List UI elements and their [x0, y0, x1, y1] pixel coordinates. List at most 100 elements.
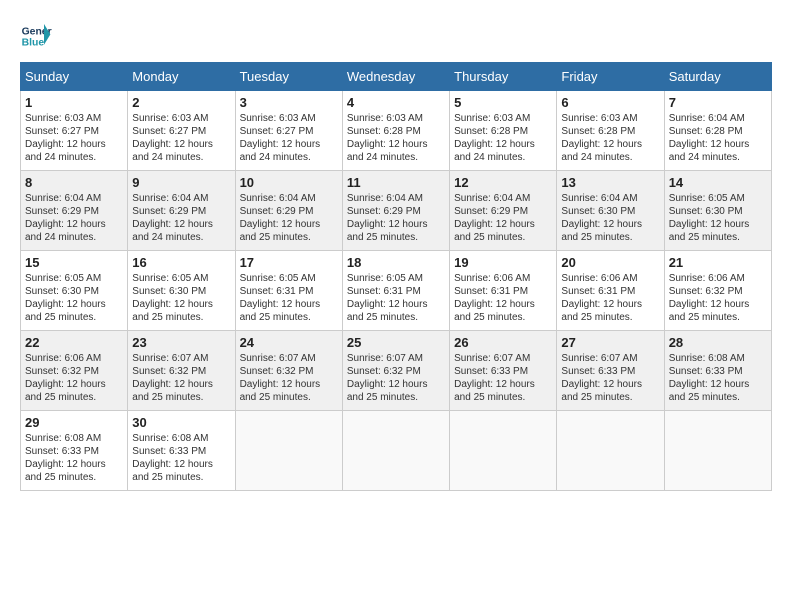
- daylight-label: Daylight: 12 hours and 24 minutes.: [25, 219, 106, 243]
- calendar-cell: [450, 411, 557, 491]
- day-number: 2: [132, 95, 230, 110]
- calendar-cell: 30 Sunrise: 6:08 AM Sunset: 6:33 PM Dayl…: [128, 411, 235, 491]
- sunrise-label: Sunrise: 6:03 AM: [454, 113, 530, 124]
- sunrise-label: Sunrise: 6:08 AM: [132, 433, 208, 444]
- daylight-label: Daylight: 12 hours and 25 minutes.: [454, 299, 535, 323]
- calendar-cell: 28 Sunrise: 6:08 AM Sunset: 6:33 PM Dayl…: [664, 331, 771, 411]
- svg-text:Blue: Blue: [22, 38, 45, 49]
- day-info: Sunrise: 6:04 AM Sunset: 6:28 PM Dayligh…: [669, 112, 767, 164]
- day-number: 19: [454, 255, 552, 270]
- day-info: Sunrise: 6:05 AM Sunset: 6:30 PM Dayligh…: [669, 192, 767, 244]
- calendar-cell: 14 Sunrise: 6:05 AM Sunset: 6:30 PM Dayl…: [664, 171, 771, 251]
- day-number: 23: [132, 335, 230, 350]
- day-info: Sunrise: 6:08 AM Sunset: 6:33 PM Dayligh…: [25, 432, 123, 484]
- weekday-header-friday: Friday: [557, 63, 664, 91]
- sunrise-label: Sunrise: 6:04 AM: [132, 193, 208, 204]
- sunset-label: Sunset: 6:33 PM: [561, 366, 635, 377]
- sunset-label: Sunset: 6:33 PM: [132, 446, 206, 457]
- calendar-week-2: 8 Sunrise: 6:04 AM Sunset: 6:29 PM Dayli…: [21, 171, 772, 251]
- calendar-cell: 9 Sunrise: 6:04 AM Sunset: 6:29 PM Dayli…: [128, 171, 235, 251]
- daylight-label: Daylight: 12 hours and 25 minutes.: [132, 379, 213, 403]
- daylight-label: Daylight: 12 hours and 25 minutes.: [240, 299, 321, 323]
- day-number: 11: [347, 175, 445, 190]
- sunrise-label: Sunrise: 6:05 AM: [25, 273, 101, 284]
- calendar-cell: 25 Sunrise: 6:07 AM Sunset: 6:32 PM Dayl…: [342, 331, 449, 411]
- sunrise-label: Sunrise: 6:07 AM: [454, 353, 530, 364]
- day-info: Sunrise: 6:07 AM Sunset: 6:32 PM Dayligh…: [132, 352, 230, 404]
- sunrise-label: Sunrise: 6:06 AM: [669, 273, 745, 284]
- calendar-week-5: 29 Sunrise: 6:08 AM Sunset: 6:33 PM Dayl…: [21, 411, 772, 491]
- day-number: 17: [240, 255, 338, 270]
- daylight-label: Daylight: 12 hours and 25 minutes.: [347, 379, 428, 403]
- calendar-cell: 29 Sunrise: 6:08 AM Sunset: 6:33 PM Dayl…: [21, 411, 128, 491]
- sunset-label: Sunset: 6:31 PM: [347, 286, 421, 297]
- sunset-label: Sunset: 6:28 PM: [454, 126, 528, 137]
- daylight-label: Daylight: 12 hours and 25 minutes.: [240, 379, 321, 403]
- day-number: 3: [240, 95, 338, 110]
- calendar-cell: 10 Sunrise: 6:04 AM Sunset: 6:29 PM Dayl…: [235, 171, 342, 251]
- calendar-cell: 1 Sunrise: 6:03 AM Sunset: 6:27 PM Dayli…: [21, 91, 128, 171]
- sunset-label: Sunset: 6:28 PM: [347, 126, 421, 137]
- sunrise-label: Sunrise: 6:08 AM: [25, 433, 101, 444]
- day-number: 12: [454, 175, 552, 190]
- daylight-label: Daylight: 12 hours and 25 minutes.: [561, 219, 642, 243]
- day-number: 29: [25, 415, 123, 430]
- weekday-header-thursday: Thursday: [450, 63, 557, 91]
- daylight-label: Daylight: 12 hours and 25 minutes.: [25, 299, 106, 323]
- sunset-label: Sunset: 6:32 PM: [240, 366, 314, 377]
- sunrise-label: Sunrise: 6:03 AM: [132, 113, 208, 124]
- day-number: 26: [454, 335, 552, 350]
- day-number: 22: [25, 335, 123, 350]
- sunrise-label: Sunrise: 6:06 AM: [25, 353, 101, 364]
- day-info: Sunrise: 6:06 AM Sunset: 6:32 PM Dayligh…: [25, 352, 123, 404]
- weekday-header-monday: Monday: [128, 63, 235, 91]
- calendar-cell: 17 Sunrise: 6:05 AM Sunset: 6:31 PM Dayl…: [235, 251, 342, 331]
- sunrise-label: Sunrise: 6:03 AM: [25, 113, 101, 124]
- sunset-label: Sunset: 6:32 PM: [347, 366, 421, 377]
- day-number: 10: [240, 175, 338, 190]
- day-number: 8: [25, 175, 123, 190]
- sunset-label: Sunset: 6:33 PM: [25, 446, 99, 457]
- sunrise-label: Sunrise: 6:04 AM: [25, 193, 101, 204]
- sunset-label: Sunset: 6:28 PM: [669, 126, 743, 137]
- day-info: Sunrise: 6:05 AM Sunset: 6:31 PM Dayligh…: [347, 272, 445, 324]
- sunset-label: Sunset: 6:29 PM: [132, 206, 206, 217]
- daylight-label: Daylight: 12 hours and 25 minutes.: [347, 219, 428, 243]
- day-number: 30: [132, 415, 230, 430]
- calendar-cell: 3 Sunrise: 6:03 AM Sunset: 6:27 PM Dayli…: [235, 91, 342, 171]
- sunrise-label: Sunrise: 6:06 AM: [561, 273, 637, 284]
- day-info: Sunrise: 6:08 AM Sunset: 6:33 PM Dayligh…: [132, 432, 230, 484]
- sunset-label: Sunset: 6:31 PM: [240, 286, 314, 297]
- sunrise-label: Sunrise: 6:03 AM: [561, 113, 637, 124]
- day-info: Sunrise: 6:04 AM Sunset: 6:30 PM Dayligh…: [561, 192, 659, 244]
- day-number: 24: [240, 335, 338, 350]
- day-number: 7: [669, 95, 767, 110]
- calendar-cell: [664, 411, 771, 491]
- sunrise-label: Sunrise: 6:08 AM: [669, 353, 745, 364]
- sunrise-label: Sunrise: 6:05 AM: [347, 273, 423, 284]
- day-info: Sunrise: 6:06 AM Sunset: 6:31 PM Dayligh…: [454, 272, 552, 324]
- daylight-label: Daylight: 12 hours and 25 minutes.: [240, 219, 321, 243]
- day-number: 4: [347, 95, 445, 110]
- sunset-label: Sunset: 6:30 PM: [669, 206, 743, 217]
- daylight-label: Daylight: 12 hours and 24 minutes.: [132, 139, 213, 163]
- day-number: 5: [454, 95, 552, 110]
- calendar-cell: 22 Sunrise: 6:06 AM Sunset: 6:32 PM Dayl…: [21, 331, 128, 411]
- day-number: 15: [25, 255, 123, 270]
- sunset-label: Sunset: 6:30 PM: [25, 286, 99, 297]
- calendar-week-1: 1 Sunrise: 6:03 AM Sunset: 6:27 PM Dayli…: [21, 91, 772, 171]
- sunrise-label: Sunrise: 6:03 AM: [240, 113, 316, 124]
- daylight-label: Daylight: 12 hours and 25 minutes.: [669, 379, 750, 403]
- day-number: 28: [669, 335, 767, 350]
- day-info: Sunrise: 6:05 AM Sunset: 6:30 PM Dayligh…: [25, 272, 123, 324]
- calendar-week-4: 22 Sunrise: 6:06 AM Sunset: 6:32 PM Dayl…: [21, 331, 772, 411]
- sunset-label: Sunset: 6:29 PM: [25, 206, 99, 217]
- weekday-header-wednesday: Wednesday: [342, 63, 449, 91]
- day-info: Sunrise: 6:07 AM Sunset: 6:32 PM Dayligh…: [347, 352, 445, 404]
- daylight-label: Daylight: 12 hours and 25 minutes.: [25, 379, 106, 403]
- sunrise-label: Sunrise: 6:07 AM: [240, 353, 316, 364]
- day-number: 16: [132, 255, 230, 270]
- sunrise-label: Sunrise: 6:04 AM: [454, 193, 530, 204]
- calendar-cell: 24 Sunrise: 6:07 AM Sunset: 6:32 PM Dayl…: [235, 331, 342, 411]
- calendar-cell: 20 Sunrise: 6:06 AM Sunset: 6:31 PM Dayl…: [557, 251, 664, 331]
